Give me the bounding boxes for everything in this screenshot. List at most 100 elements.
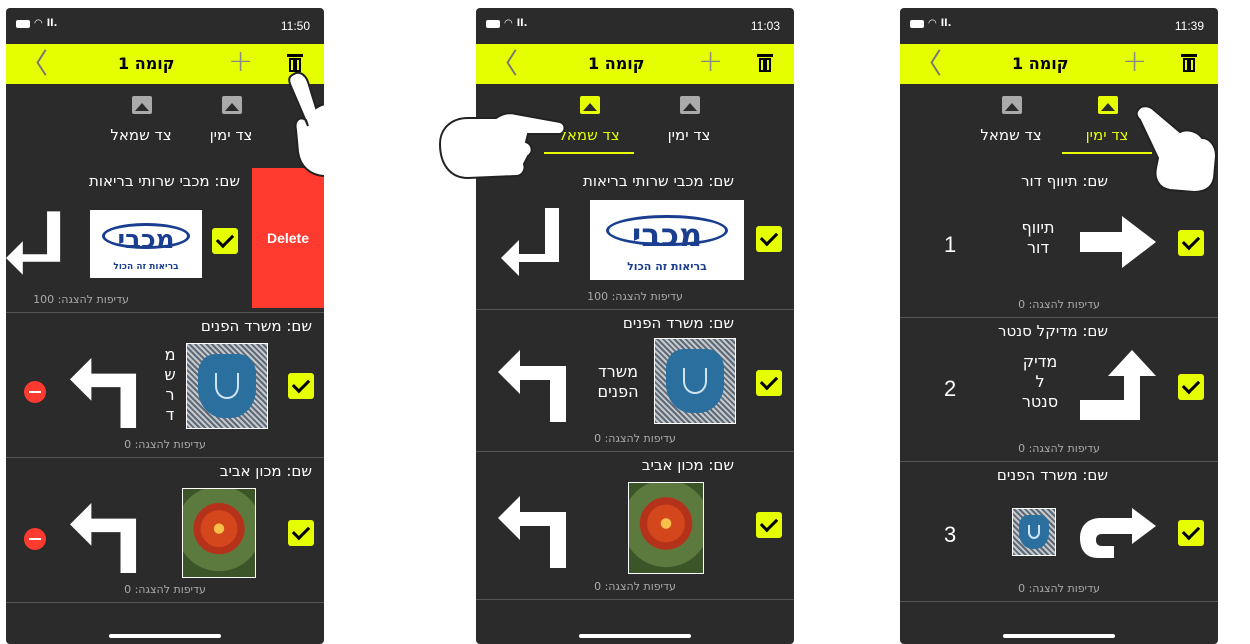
status-bar: ◠ ll. 11:03 [476, 8, 794, 44]
list-item[interactable]: שם: מכון אביב עדיפות להצגה: 0 [476, 452, 794, 600]
list-item[interactable]: שם: משרד הפנים משרד הפנים עדיפות להצגה: … [476, 310, 794, 452]
wifi-icon: ◠ [504, 18, 513, 29]
trash-lid [1181, 54, 1197, 57]
enabled-checkbox[interactable] [756, 370, 782, 396]
row-priority: עדיפות להצגה: 100 [587, 290, 683, 303]
row-priority: עדיפות להצגה: 0 [124, 583, 206, 596]
back-button[interactable]: 〈 [914, 50, 942, 78]
menorah-emblem [1012, 508, 1056, 556]
arrow-turn-left-icon [498, 496, 568, 568]
row-name: שם: מדיקל סנטר [997, 322, 1108, 340]
row-text-line: סנטר [1021, 392, 1059, 411]
trash-line [767, 60, 769, 70]
nav-bar: 〈 קומה 1 + [476, 44, 794, 84]
add-button[interactable]: + [698, 46, 723, 78]
status-icons: ◠ ll. [910, 19, 951, 29]
enabled-checkbox[interactable] [212, 228, 238, 254]
flower-image [628, 482, 704, 574]
back-button[interactable]: 〈 [20, 50, 48, 78]
enabled-checkbox[interactable] [1178, 374, 1204, 400]
trash-icon[interactable] [757, 54, 773, 73]
maccabi-logo: מכבי בריאות זה הכול [590, 200, 744, 280]
enabled-checkbox[interactable] [1178, 230, 1204, 256]
list-item[interactable]: שם: מכבי שרותי בריאות מכבי בריאות זה הכו… [476, 168, 794, 310]
row-priority: עדיפות להצגה: 0 [1018, 298, 1100, 311]
trash-icon[interactable] [1181, 54, 1197, 73]
tab-left-side[interactable]: צד שמאל [966, 96, 1056, 160]
phone-screen-1: ◠ ll. 11:50 〈 קומה 1 + צד ימין צד שמאל ש… [6, 8, 324, 644]
tab-right-side[interactable]: צד ימין [186, 96, 276, 160]
list-item[interactable]: שם: מכון אביב עדיפות להצגה: 0 [6, 458, 324, 603]
row-text: מדיק ל סנטר [1008, 352, 1072, 412]
remove-button[interactable] [24, 381, 46, 403]
row-name: שם: משרד הפנים [622, 314, 734, 332]
arrow-up-right-turn-icon [1080, 350, 1156, 420]
enabled-checkbox[interactable] [288, 373, 314, 399]
row-priority: עדיפות להצגה: 0 [594, 432, 676, 445]
tab-label: צד ימין [667, 126, 711, 144]
row-text-line: דור [1026, 238, 1050, 257]
nav-bar: 〈 קומה 1 + [6, 44, 324, 84]
tab-right-side[interactable]: צד ימין [644, 96, 734, 160]
enabled-checkbox[interactable] [756, 226, 782, 252]
image-icon [680, 96, 700, 114]
menorah-shape [215, 373, 239, 399]
enabled-checkbox[interactable] [1178, 520, 1204, 546]
battery-icon [910, 20, 924, 28]
signal-icon: ll. [46, 18, 58, 29]
signal-icon: ll. [516, 18, 528, 29]
flower-image [182, 488, 256, 578]
pointing-hand-icon [436, 104, 566, 184]
row-name: שם: משרד הפנים [996, 466, 1108, 484]
remove-button[interactable] [24, 528, 46, 550]
row-priority: עדיפות להצגה: 0 [124, 438, 206, 451]
row-name: שם: מכון אביב [641, 456, 734, 474]
side-tabs: צד ימין צד שמאל [6, 96, 324, 166]
image-icon [1002, 96, 1022, 114]
menorah-emblem [654, 338, 736, 424]
tab-left-side[interactable]: צד שמאל [96, 96, 186, 160]
list-item[interactable]: שם: משרד הפנים 3 עדיפות להצגה: 0 [900, 462, 1218, 602]
nav-title: קומה 1 [118, 54, 175, 73]
row-name: שם: מכבי שרותי בריאות [89, 172, 240, 190]
battery-icon [486, 20, 500, 28]
image-icon [222, 96, 242, 114]
delete-button[interactable]: Delete [252, 168, 324, 308]
list-item[interactable]: שם: משרד הפנים מ ש ר ד עדיפות להצגה: 0 [6, 313, 324, 458]
nav-title: קומה 1 [588, 54, 645, 73]
trash-line [1191, 60, 1193, 70]
arrow-down-left-icon [500, 208, 562, 278]
wifi-icon: ◠ [928, 18, 937, 29]
row-text-line: תיווף [1021, 218, 1055, 237]
maccabi-logo: מכבי בריאות זה הכול [90, 210, 202, 278]
home-indicator [1003, 634, 1115, 638]
row-name: שם: תיווף דור [1021, 172, 1108, 190]
pointing-hand-icon [1136, 102, 1218, 192]
row-name: שם: מכבי שרותי בריאות [583, 172, 734, 190]
row-text-line: ל [1035, 372, 1045, 391]
row-number: 1 [944, 232, 957, 257]
back-button[interactable]: 〈 [490, 50, 518, 78]
menorah-shield [198, 354, 256, 418]
row-vertical-text: מ ש ר ד [164, 345, 176, 424]
status-bar: ◠ ll. 11:50 [6, 8, 324, 44]
menorah-emblem [186, 343, 268, 429]
pointing-hand-icon [284, 68, 324, 178]
row-priority: עדיפות להצגה: 100 [33, 293, 129, 306]
row-text-line: מדיק [1022, 352, 1058, 371]
add-button[interactable]: + [228, 46, 253, 78]
wifi-icon: ◠ [34, 18, 43, 29]
list-item[interactable]: שם: מדיקל סנטר מדיק ל סנטר 2 עדיפות להצג… [900, 318, 1218, 462]
enabled-checkbox[interactable] [756, 512, 782, 538]
status-time: 11:39 [1174, 19, 1204, 33]
row-name: שם: משרד הפנים [200, 317, 312, 335]
phone-screen-3: ◠ ll. 11:39 〈 קומה 1 + צד ימין צד שמאל ש… [900, 8, 1218, 644]
battery-icon [16, 20, 30, 28]
arrow-down-left-icon [6, 210, 62, 278]
status-bar: ◠ ll. 11:39 [900, 8, 1218, 44]
row-text-line: משרד [598, 362, 638, 381]
enabled-checkbox[interactable] [288, 520, 314, 546]
maccabi-logo-subtitle: בריאות זה הכול [627, 259, 707, 273]
trash-line [761, 60, 763, 70]
add-button[interactable]: + [1122, 46, 1147, 78]
